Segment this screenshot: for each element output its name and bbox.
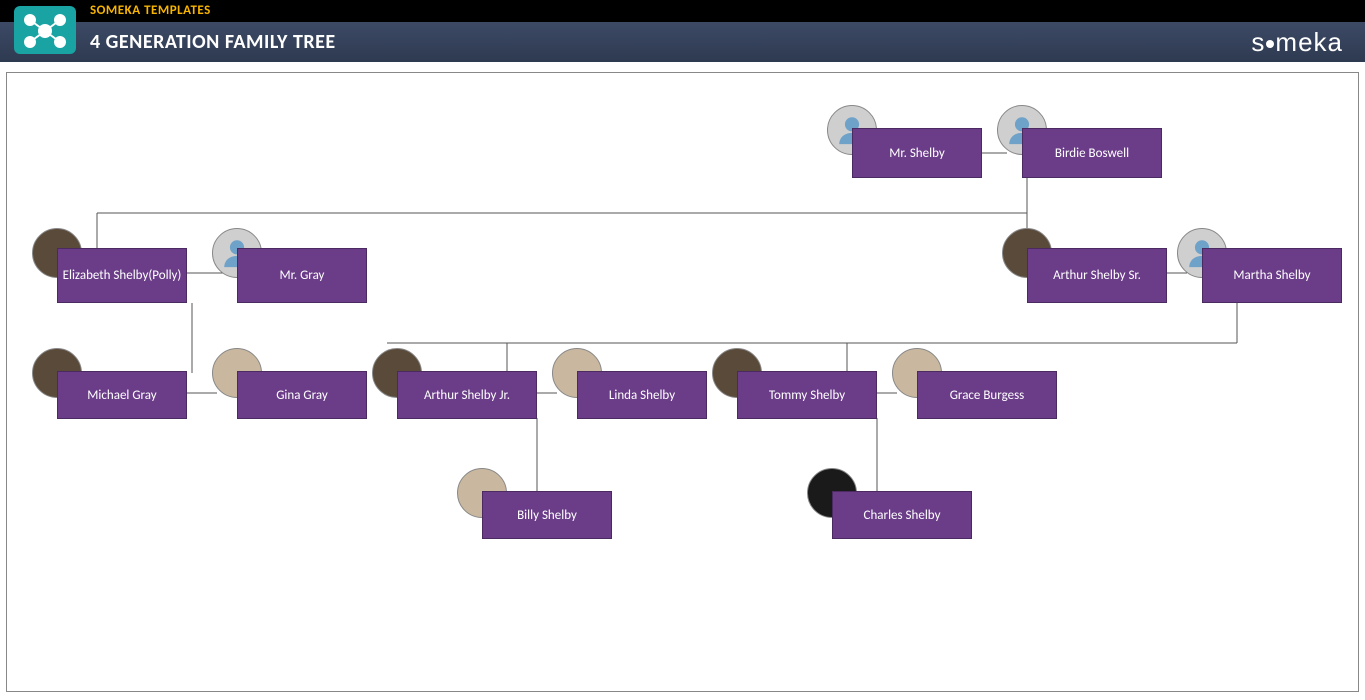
app-logo-icon [10, 2, 80, 58]
brand-logo: smeka [1251, 22, 1343, 62]
node-arthur-jr[interactable]: Arthur Shelby Jr. [397, 371, 537, 419]
node-arthur-sr[interactable]: Arthur Shelby Sr. [1027, 248, 1167, 303]
node-mr-shelby[interactable]: Mr. Shelby [852, 128, 982, 178]
node-gina[interactable]: Gina Gray [237, 371, 367, 419]
tree-canvas: Mr. Shelby Birdie Boswell Elizabeth Shel… [6, 72, 1359, 692]
node-linda[interactable]: Linda Shelby [577, 371, 707, 419]
node-charles[interactable]: Charles Shelby [832, 491, 972, 539]
node-tommy[interactable]: Tommy Shelby [737, 371, 877, 419]
page-title: 4 GENERATION FAMILY TREE [90, 30, 336, 54]
node-martha[interactable]: Martha Shelby [1202, 248, 1342, 303]
node-birdie-boswell[interactable]: Birdie Boswell [1022, 128, 1162, 178]
node-mr-gray[interactable]: Mr. Gray [237, 248, 367, 303]
node-billy[interactable]: Billy Shelby [482, 491, 612, 539]
node-grace[interactable]: Grace Burgess [917, 371, 1057, 419]
node-polly[interactable]: Elizabeth Shelby(Polly) [57, 248, 187, 303]
node-michael[interactable]: Michael Gray [57, 371, 187, 419]
page-title-bar: 4 GENERATION FAMILY TREE smeka [0, 22, 1365, 62]
brand-line: SOMEKA TEMPLATES [0, 0, 1365, 22]
